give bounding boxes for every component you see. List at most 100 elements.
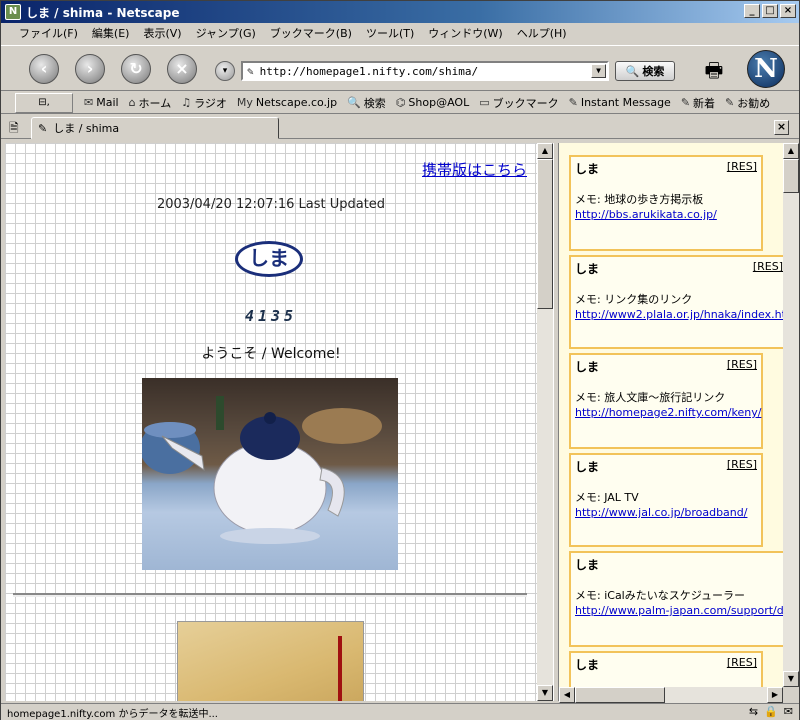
sidebar-toggle-button[interactable]: ⊟, (15, 92, 73, 113)
toolbar-item-recommend[interactable]: ✎ お勧め (720, 95, 775, 111)
memo-text: メモ: 地球の歩き方掲示板 (575, 193, 704, 206)
stop-icon: × (175, 59, 189, 78)
poster-name: しま (575, 558, 600, 572)
menu-window[interactable]: ウィンドウ(W) (428, 25, 502, 41)
my-icon: My (236, 96, 253, 109)
toolbar-item-home[interactable]: ⌂ ホーム (124, 95, 177, 111)
toolbar-item-netscape[interactable]: My Netscape.co.jp (232, 96, 342, 109)
back-arrow-icon: ‹ (40, 59, 48, 78)
menu-go[interactable]: ジャンプ(G) (196, 25, 256, 41)
netscape-logo-icon[interactable]: N (747, 50, 785, 88)
teapot-illustration (142, 396, 382, 544)
scroll-down-button[interactable]: ▼ (537, 685, 553, 701)
bbs-card: しま [RES] (569, 651, 763, 687)
memo-text: メモ: 旅人文庫～旅行記リンク (575, 391, 726, 404)
toolbar-item-radio[interactable]: ♫ ラジオ (176, 95, 232, 111)
bbs-card: しま メモ: iCalみたいなスケジューラー http://www.palm-j… (569, 551, 783, 647)
res-link[interactable]: [RES] (753, 260, 783, 273)
page-icon: ✎ (38, 121, 48, 135)
page-proxy-icon[interactable]: ✎ (247, 65, 254, 78)
toolbar-item-new[interactable]: ✎ 新着 (676, 95, 720, 111)
minimize-button[interactable]: _ (744, 4, 760, 18)
res-link[interactable]: [RES] (727, 656, 757, 669)
toolbar-item-search[interactable]: 🔍 検索 (342, 95, 391, 111)
horizontal-rule (13, 593, 527, 597)
scroll-up-button[interactable]: ▲ (783, 143, 799, 159)
bbs-frame: しま [RES] メモ: 地球の歩き方掲示板 http://bbs.arukik… (559, 143, 783, 687)
close-button[interactable]: × (780, 4, 796, 18)
site-logo: しま (235, 241, 303, 277)
scroll-thumb[interactable] (783, 159, 799, 193)
main-frame-scrollbar[interactable]: ▲ ▼ (537, 143, 553, 701)
new-tab-icon[interactable]: 🗎 (9, 119, 25, 135)
ribbon-bookmark (338, 636, 342, 701)
menu-help[interactable]: ヘルプ(H) (517, 25, 567, 41)
poster-name: しま (575, 262, 600, 276)
url-area: ▾ ✎ http://homepage1.nifty.com/shima/ ▼ (215, 60, 609, 82)
menu-file[interactable]: ファイル(F) (19, 25, 78, 41)
home-icon: ⌂ (128, 96, 136, 109)
scroll-up-button[interactable]: ▲ (537, 143, 553, 159)
status-bar: homepage1.nifty.com からデータを転送中... ⇆ 🔒 ✉ (1, 703, 799, 720)
url-history-dropdown[interactable]: ▼ (591, 64, 606, 78)
last-updated-text: 2003/04/20 12:07:16 Last Updated (156, 197, 386, 212)
shop-icon: ⌬ (395, 96, 406, 109)
memo-link[interactable]: http://www2.plala.or.jp/hnaka/index.htm (575, 308, 783, 321)
forward-button[interactable]: › (75, 54, 105, 84)
toolbar-item-shop[interactable]: ⌬ Shop@AOL (391, 96, 474, 109)
bookmark-link-icon: ✎ (568, 96, 578, 109)
maximize-button[interactable]: □ (762, 4, 778, 18)
url-input[interactable]: ✎ http://homepage1.nifty.com/shima/ ▼ (241, 61, 609, 81)
mail-icon: ✉ (84, 96, 94, 109)
mobile-version-link[interactable]: 携帯版はこちら (422, 159, 527, 180)
teapot-photo (142, 378, 398, 570)
mail-status-icon[interactable]: ✉ (784, 705, 793, 718)
welcome-text: ようこそ / Welcome! (201, 346, 341, 362)
bbs-frame-scrollbar[interactable]: ▲ ▼ (783, 143, 799, 687)
window-controls: _ □ × (744, 4, 796, 18)
hscroll-thumb[interactable] (575, 687, 665, 703)
memo-link[interactable]: http://bbs.arukikata.co.jp/ (575, 208, 757, 221)
title-bar: N しま / shima - Netscape _ □ × (1, 1, 799, 23)
personal-toolbar: ⊟, ✉ Mail ⌂ ホーム ♫ ラジオ My Netscape.co.jp 🔍 検索 … (1, 92, 799, 114)
bookmark-icon: ▭ (479, 96, 490, 109)
menu-edit[interactable]: 編集(E) (92, 25, 130, 41)
netscape-icon: N (5, 4, 21, 20)
scroll-left-button[interactable]: ◀ (559, 687, 575, 703)
menu-view[interactable]: 表示(V) (143, 25, 181, 41)
tab-shima[interactable]: ✎ しま / shima (31, 117, 279, 139)
close-tab-button[interactable]: × (774, 120, 789, 135)
menu-bookmarks[interactable]: ブックマーク(B) (270, 25, 352, 41)
scroll-down-button[interactable]: ▼ (783, 671, 799, 687)
reload-button[interactable]: ↻ (121, 54, 151, 84)
toolbar-item-instant-message[interactable]: ✎ Instant Message (564, 96, 676, 109)
back-button[interactable]: ‹ (29, 54, 59, 84)
scroll-right-button[interactable]: ▶ (767, 687, 783, 703)
memo-link[interactable]: http://www.palm-japan.com/support/dow (575, 604, 783, 617)
online-status-icon[interactable]: ⇆ (749, 705, 758, 718)
toolbar-item-bookmarks[interactable]: ▭ ブックマーク (474, 95, 563, 111)
search-button[interactable]: 🔍 検索 (615, 61, 675, 81)
notebook-photo (177, 621, 364, 701)
memo-text: メモ: iCalみたいなスケジューラー (575, 589, 745, 602)
bbs-card: しま [RES] メモ: リンク集のリンク http://www2.plala.… (569, 255, 783, 349)
url-dropdown-button[interactable]: ▾ (215, 61, 235, 81)
memo-link[interactable]: http://www.jal.co.jp/broadband/ (575, 506, 757, 519)
toolbar-item-mail[interactable]: ✉ Mail (79, 96, 124, 109)
bbs-frame-hscrollbar[interactable]: ◀ ▶ (559, 687, 783, 703)
status-icons: ⇆ 🔒 ✉ (749, 705, 793, 718)
memo-link[interactable]: http://homepage2.nifty.com/keny/ (575, 406, 761, 419)
security-icon[interactable]: 🔒 (764, 705, 778, 718)
res-link[interactable]: [RES] (727, 358, 757, 371)
bbs-card: しま [RES] メモ: 旅人文庫～旅行記リンク http://homepage… (569, 353, 763, 449)
res-link[interactable]: [RES] (727, 458, 757, 471)
magnifier-icon: 🔍 (625, 64, 640, 78)
bbs-card: しま [RES] メモ: 地球の歩き方掲示板 http://bbs.arukik… (569, 155, 763, 251)
res-link[interactable]: [RES] (727, 160, 757, 173)
stop-button[interactable]: × (167, 54, 197, 84)
scroll-thumb[interactable] (537, 159, 553, 309)
bookmark-link-icon: ✎ (680, 96, 691, 109)
print-icon[interactable]: 🖶 (699, 56, 729, 82)
menu-tools[interactable]: ツール(T) (366, 25, 414, 41)
bbs-card: しま [RES] メモ: JAL TV http://www.jal.co.jp… (569, 453, 763, 547)
